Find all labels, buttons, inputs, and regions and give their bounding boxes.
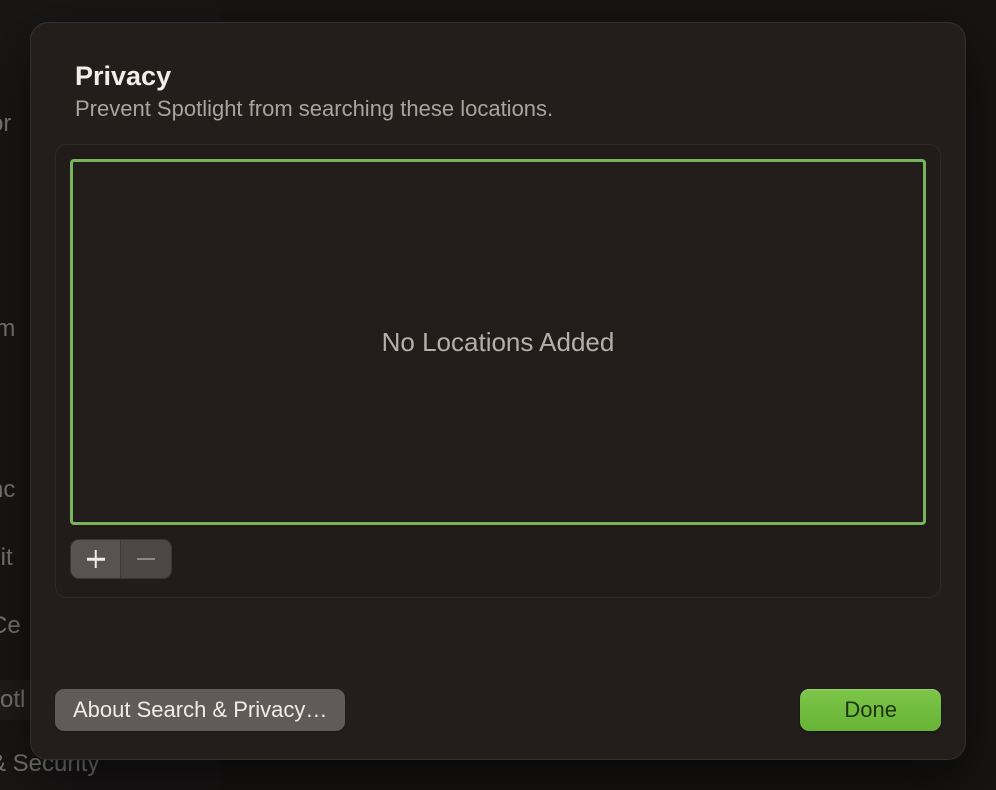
minus-icon [137,558,155,561]
privacy-modal: Privacy Prevent Spotlight from searching… [30,22,966,760]
done-button[interactable]: Done [800,689,941,731]
locations-dropzone[interactable]: No Locations Added [70,159,926,525]
remove-location-button[interactable] [121,540,171,578]
empty-state-text: No Locations Added [382,327,615,358]
add-location-button[interactable] [71,540,121,578]
plus-icon [87,550,105,568]
modal-title: Privacy [55,61,941,92]
locations-panel: No Locations Added [55,144,941,598]
about-search-privacy-button[interactable]: About Search & Privacy… [55,689,345,731]
modal-footer: About Search & Privacy… Done [55,615,941,731]
add-remove-segmented-control [70,539,172,579]
modal-subtitle: Prevent Spotlight from searching these l… [55,96,941,122]
